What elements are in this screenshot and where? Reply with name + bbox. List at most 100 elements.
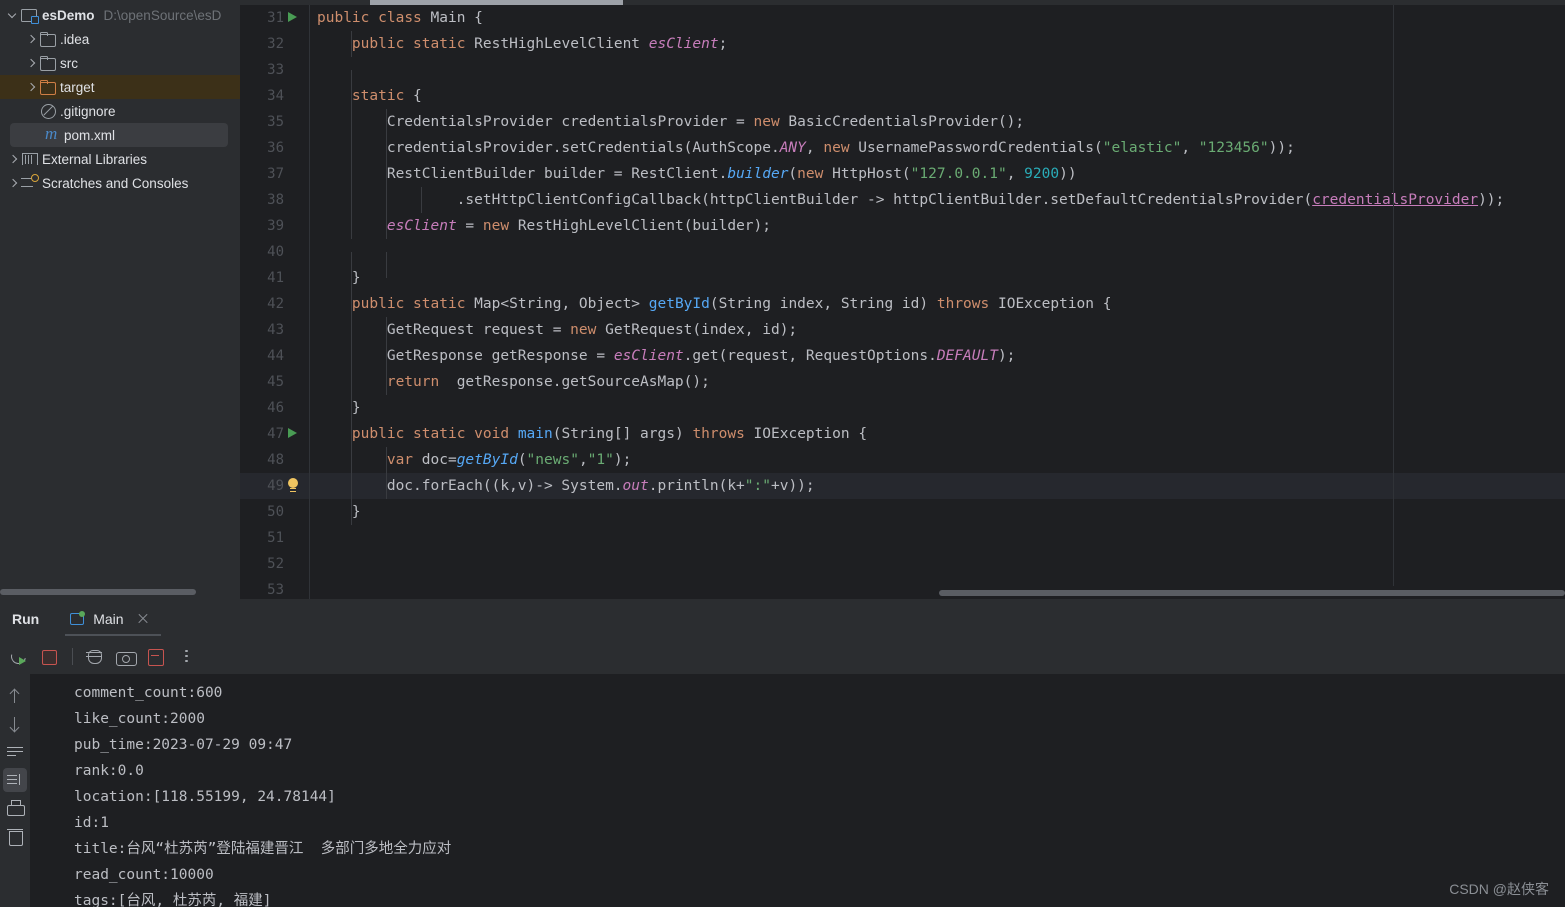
scroll-up-button[interactable] — [3, 684, 27, 708]
clear-all-button[interactable] — [3, 824, 27, 848]
code-line[interactable]: 41 } — [240, 265, 1565, 291]
run-gutter-icon[interactable] — [288, 12, 297, 22]
indent-guide — [385, 187, 387, 213]
code-line[interactable]: 34 static { — [240, 83, 1565, 109]
run-gutter-icon[interactable] — [288, 428, 297, 438]
run-tab-main[interactable]: Main — [63, 599, 162, 639]
code-token: builder — [727, 166, 789, 182]
code-line[interactable]: 39 esClient = new RestHighLevelClient(bu… — [240, 213, 1565, 239]
tree-item-pom-xml[interactable]: pom.xml — [10, 123, 228, 147]
run-tool-window: Run Main comment_count:600 like_count:200… — [0, 599, 1565, 907]
print-button[interactable] — [3, 796, 27, 820]
code-editor[interactable]: 31 public class Main {32 public static Re… — [240, 0, 1565, 599]
code-line[interactable]: 49 doc.forEach((k,v)-> System.out.printl… — [240, 473, 1565, 499]
console-side-toolbar[interactable] — [0, 674, 30, 907]
editor-gutter[interactable]: 31 — [240, 5, 310, 31]
tree-item-scratches-and-consoles[interactable]: Scratches and Consoles — [0, 171, 240, 195]
tree-item-gitignore[interactable]: .gitignore — [0, 99, 240, 123]
line-number: 51 — [267, 530, 284, 546]
tree-item-src[interactable]: src — [0, 51, 240, 75]
code-line[interactable]: 50 } — [240, 499, 1565, 525]
project-tree-panel[interactable]: esDemo D:\openSource\esD .idea src target .gi… — [0, 0, 240, 599]
code-line[interactable]: 35 CredentialsProvider credentialsProvid… — [240, 109, 1565, 135]
project-tree[interactable]: esDemo D:\openSource\esD .idea src target .gi… — [0, 0, 240, 195]
editor-gutter[interactable]: 32 — [240, 31, 310, 57]
editor-gutter[interactable]: 40 — [240, 239, 310, 265]
tree-item-idea[interactable]: .idea — [0, 27, 240, 51]
editor-gutter[interactable]: 46 — [240, 395, 310, 421]
code-lines[interactable]: 31 public class Main {32 public static Re… — [240, 5, 1565, 599]
editor-gutter[interactable]: 51 — [240, 525, 310, 551]
code-line[interactable]: 46 } — [240, 395, 1565, 421]
code-line[interactable]: 44 GetResponse getResponse = esClient.ge… — [240, 343, 1565, 369]
gitignore-icon — [38, 99, 58, 123]
soft-wrap-button[interactable] — [3, 740, 27, 764]
editor-gutter[interactable]: 47 — [240, 421, 310, 447]
chevron-right-icon[interactable] — [24, 51, 38, 75]
editor-gutter[interactable]: 49 — [240, 473, 310, 499]
close-icon[interactable] — [136, 612, 150, 626]
code-line[interactable]: 52 — [240, 551, 1565, 577]
editor-gutter[interactable]: 42 — [240, 291, 310, 317]
tree-item-label: Scratches and Consoles — [42, 175, 189, 191]
editor-gutter[interactable]: 33 — [240, 57, 310, 83]
chevron-right-icon[interactable] — [6, 171, 20, 195]
code-line[interactable]: 43 GetRequest request = new GetRequest(i… — [240, 317, 1565, 343]
editor-gutter[interactable]: 37 — [240, 161, 310, 187]
editor-gutter[interactable]: 50 — [240, 499, 310, 525]
code-line[interactable]: 36 credentialsProvider.setCredentials(Au… — [240, 135, 1565, 161]
code-line[interactable]: 33 — [240, 57, 1565, 96]
code-line[interactable]: 32 public static RestHighLevelClient esC… — [240, 31, 1565, 57]
line-number: 41 — [267, 270, 284, 286]
indent-guide — [350, 265, 352, 291]
folder-orange-icon — [38, 75, 58, 99]
scroll-to-end-button[interactable] — [3, 768, 27, 792]
editor-gutter[interactable]: 48 — [240, 447, 310, 473]
code-token: doc= — [413, 452, 457, 468]
tree-item-external-libraries[interactable]: External Libraries — [0, 147, 240, 171]
debug-button[interactable] — [83, 644, 109, 670]
editor-gutter[interactable]: 53 — [240, 577, 310, 599]
editor-gutter[interactable]: 43 — [240, 317, 310, 343]
scroll-down-button[interactable] — [3, 712, 27, 736]
run-toolbar[interactable] — [0, 639, 1565, 674]
code-line[interactable]: 45 return getResponse.getSourceAsMap(); — [240, 369, 1565, 395]
rerun-button[interactable] — [6, 644, 32, 670]
tree-item-target[interactable]: target — [0, 75, 240, 99]
editor-horizontal-scrollbar[interactable] — [939, 590, 1565, 596]
chevron-right-icon[interactable] — [24, 75, 38, 99]
console-output[interactable]: comment_count:600 like_count:2000 pub_time… — [30, 674, 1565, 907]
editor-gutter[interactable]: 35 — [240, 109, 310, 135]
editor-gutter[interactable]: 34 — [240, 83, 310, 109]
code-line[interactable]: 31 public class Main { — [240, 5, 1565, 31]
screenshot-button[interactable] — [113, 644, 139, 670]
editor-gutter[interactable]: 52 — [240, 551, 310, 577]
code-token: throws — [692, 426, 745, 442]
tree-item-esdemo[interactable]: esDemo D:\openSource\esD — [0, 3, 240, 27]
editor-gutter[interactable]: 44 — [240, 343, 310, 369]
editor-gutter[interactable]: 41 — [240, 265, 310, 291]
code-line[interactable]: 47 public static void main(String[] args… — [240, 421, 1565, 447]
lightbulb-icon[interactable] — [287, 478, 299, 494]
chevron-right-icon[interactable] — [6, 147, 20, 171]
editor-gutter[interactable]: 45 — [240, 369, 310, 395]
export-button[interactable] — [143, 644, 169, 670]
code-line[interactable]: 40 — [240, 239, 1565, 278]
code-line[interactable]: 38 .setHttpClientConfigCallback(httpClie… — [240, 187, 1565, 213]
chevron-right-icon[interactable] — [24, 27, 38, 51]
code-line[interactable]: 48 var doc=getById("news","1"); — [240, 447, 1565, 473]
code-line[interactable]: 51 — [240, 525, 1565, 551]
editor-gutter[interactable]: 39 — [240, 213, 310, 239]
chevron-down-icon[interactable] — [6, 3, 20, 27]
editor-gutter[interactable]: 38 — [240, 187, 310, 213]
stop-button[interactable] — [36, 644, 62, 670]
code-line[interactable]: 37 RestClientBuilder builder = RestClien… — [240, 161, 1565, 187]
code-token: RestHighLevelClient — [465, 36, 649, 52]
sidebar-horizontal-scrollbar[interactable] — [0, 589, 196, 595]
more-options-button[interactable] — [173, 644, 199, 670]
code-line[interactable]: 42 public static Map<String, Object> get… — [240, 291, 1565, 317]
code-token: ":" — [744, 478, 771, 494]
editor-gutter[interactable]: 36 — [240, 135, 310, 161]
